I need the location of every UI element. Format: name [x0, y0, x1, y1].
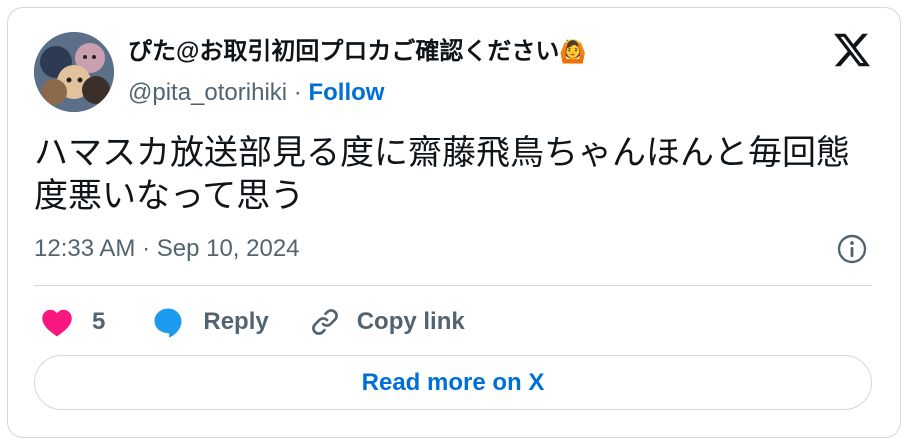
reply-bubble-icon	[154, 308, 182, 338]
heart-icon	[42, 309, 72, 337]
copy-link-label: Copy link	[356, 308, 465, 335]
avatar-image	[34, 32, 114, 112]
display-name[interactable]: ぴた@お取引初回プロカご確認ください🙆	[128, 37, 587, 67]
separator: ·	[293, 79, 302, 106]
like-button[interactable]: 5	[40, 307, 105, 337]
info-icon[interactable]	[836, 233, 868, 265]
follow-link[interactable]: Follow	[308, 79, 384, 106]
link-icon	[311, 309, 338, 335]
x-logo-icon[interactable]	[832, 30, 872, 70]
like-count: 5	[92, 308, 106, 335]
read-more-label: Read more on X	[361, 368, 545, 396]
display-name-text: ぴた@お取引初回プロカご確認ください	[128, 38, 560, 65]
person-gesturing-ok-emoji: 🙆	[559, 39, 587, 64]
timestamp[interactable]: 12:33 AM · Sep 10, 2024	[34, 234, 300, 264]
copy-link-button[interactable]: Copy link	[309, 306, 465, 338]
avatar[interactable]	[34, 32, 114, 112]
reply-button[interactable]: Reply	[151, 305, 269, 339]
divider	[34, 285, 872, 286]
read-more-button[interactable]: Read more on X	[34, 355, 872, 410]
handle[interactable]: @pita_otorihiki	[128, 79, 287, 106]
handle-row: @pita_otorihiki · Follow	[128, 78, 384, 108]
tweet-text: ハマスカ放送部見る度に齋藤飛鳥ちゃんほんと毎回態度悪いなって思う	[34, 133, 850, 216]
reply-label: Reply	[203, 308, 269, 335]
action-bar: 5 Reply Copy link	[40, 302, 465, 342]
